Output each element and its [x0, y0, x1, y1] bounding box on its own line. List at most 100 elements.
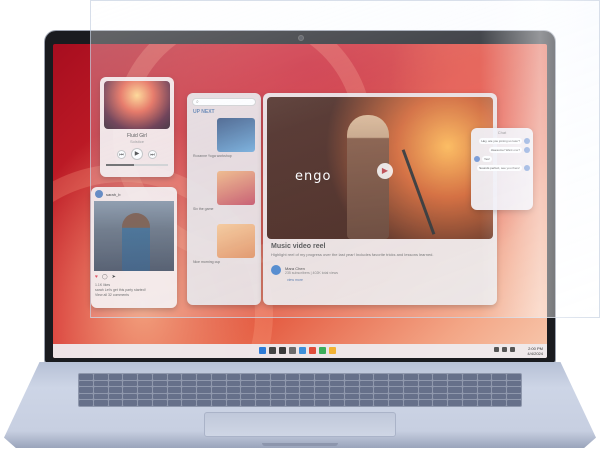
video-description: Highlight reel of my progress over the l… — [271, 252, 434, 257]
start-icon[interactable] — [259, 347, 266, 354]
keyboard-key — [211, 380, 226, 387]
clock-date: 4/4/2024 — [527, 351, 543, 356]
taskbar-app-icon[interactable] — [279, 347, 286, 354]
keyboard-key — [79, 393, 93, 400]
keyboard-key — [211, 387, 226, 393]
play-icon[interactable]: ▶ — [377, 163, 393, 179]
up-next-thumbnail[interactable] — [217, 118, 255, 152]
keyboard-key — [167, 400, 182, 406]
keyboard-key — [123, 400, 138, 406]
chat-bubble: Awesome! Want one? — [488, 147, 522, 153]
play-icon[interactable]: ▶ — [131, 148, 143, 160]
music-widget[interactable]: Fluid Girl Solstice ⏮ ▶ ⏭ — [100, 77, 174, 177]
keyboard-key — [344, 393, 359, 400]
clock[interactable]: 2:00 PM 4/4/2024 — [527, 346, 543, 356]
view-more-link[interactable]: view more — [287, 278, 473, 282]
post-username[interactable]: sarah_b — [106, 192, 120, 197]
keyboard-key — [507, 380, 521, 387]
keyboard-key — [270, 393, 285, 400]
keyboard-key — [138, 393, 152, 400]
keyboard-key — [226, 380, 241, 387]
post-person-figure — [122, 213, 150, 271]
taskbar-app-icon[interactable] — [299, 347, 306, 354]
search-input[interactable]: ⌕ — [192, 98, 256, 106]
keyboard-key — [477, 374, 492, 380]
keyboard-key — [374, 400, 389, 406]
keyboard-key — [226, 400, 241, 406]
post-actions: ♥ ◯ ➤ — [91, 271, 177, 283]
keyboard-key — [241, 380, 256, 387]
keyboard-key — [374, 393, 389, 400]
keyboard-key — [344, 400, 359, 406]
up-next-thumbnail[interactable] — [217, 171, 255, 205]
keyboard-key — [197, 400, 211, 406]
social-post-widget[interactable]: sarah_b ♥ ◯ ➤ 1.1K likes sarah Let's get… — [91, 187, 177, 308]
keyboard-key — [79, 380, 93, 387]
keyboard-key — [270, 374, 285, 380]
post-photo[interactable] — [94, 201, 174, 271]
keyboard-key — [418, 387, 433, 393]
keyboard-key — [123, 387, 138, 393]
chat-widget[interactable]: Chat Hey, are you joining us later? Aweso… — [471, 128, 533, 210]
keyboard-key — [507, 387, 521, 393]
keyboard-key — [344, 374, 359, 380]
keyboard-key — [226, 374, 241, 380]
keyboard-key — [344, 387, 359, 393]
keyboard-key — [492, 380, 507, 387]
taskbar-app-icon[interactable] — [329, 347, 336, 354]
front-notch — [262, 443, 338, 446]
video-player-window[interactable]: engo ▶ Music video reel Highlight reel o… — [263, 93, 497, 305]
keyboard-key — [374, 374, 389, 380]
battery-icon[interactable] — [510, 347, 515, 352]
chat-message: Sounds perfect, see you there! — [474, 165, 530, 171]
chat-title: Chat — [497, 130, 507, 135]
share-icon[interactable]: ➤ — [112, 274, 116, 280]
touchpad — [204, 412, 396, 437]
keyboard-key — [123, 374, 138, 380]
keyboard-key — [462, 400, 477, 406]
keyboard-key — [462, 387, 477, 393]
keyboard-key — [211, 393, 226, 400]
volume-icon[interactable] — [502, 347, 507, 352]
comment-icon[interactable]: ◯ — [102, 274, 108, 280]
keyboard-key — [93, 387, 108, 393]
avatar — [524, 147, 530, 153]
keyboard-key — [389, 400, 403, 406]
keyboard-key — [315, 387, 330, 393]
heart-icon[interactable]: ♥ — [95, 274, 98, 280]
keyboard-key — [182, 374, 197, 380]
keyboard-key — [152, 380, 167, 387]
keyboard-key — [197, 374, 211, 380]
keyboard-key — [93, 374, 108, 380]
keyboard-key — [330, 400, 344, 406]
wifi-icon[interactable] — [494, 347, 499, 352]
keyboard-key — [167, 387, 182, 393]
keyboard-key — [433, 393, 448, 400]
previous-icon[interactable]: ⏮ — [117, 149, 126, 159]
keyboard-key — [448, 400, 462, 406]
keyboard-key — [138, 400, 152, 406]
keyboard-key — [167, 374, 182, 380]
view-comments-link[interactable]: View all 32 comments — [91, 293, 177, 298]
keyboard-key — [359, 380, 374, 387]
taskbar-app-icon[interactable] — [289, 347, 296, 354]
keyboard-key — [448, 393, 462, 400]
keyboard-key — [477, 380, 492, 387]
chat-bubble: Sounds perfect, see you there! — [477, 165, 522, 171]
keyboard-key — [152, 393, 167, 400]
keyboard-key — [241, 374, 256, 380]
avatar[interactable] — [95, 190, 103, 198]
search-icon: ⌕ — [196, 99, 199, 105]
taskbar-app-icon[interactable] — [309, 347, 316, 354]
taskbar-app-icon[interactable] — [319, 347, 326, 354]
keyboard-key — [93, 380, 108, 387]
keyboard-key — [389, 374, 403, 380]
taskbar-app-icon[interactable] — [269, 347, 276, 354]
avatar[interactable] — [271, 265, 281, 275]
keyboard-key — [152, 400, 167, 406]
video-frame[interactable]: engo ▶ — [267, 97, 493, 239]
next-icon[interactable]: ⏭ — [148, 149, 157, 159]
up-next-thumbnail[interactable] — [217, 224, 255, 258]
track-progress-bar[interactable] — [106, 164, 168, 166]
taskbar-apps — [259, 347, 336, 354]
